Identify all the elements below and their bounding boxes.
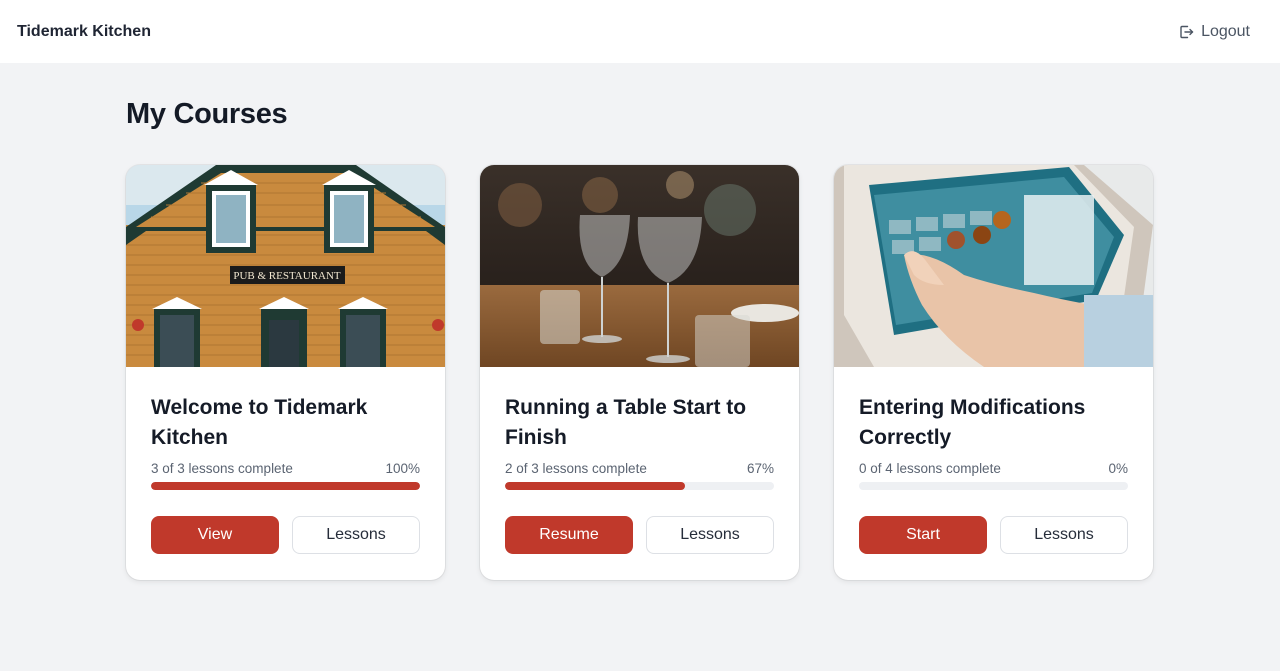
progress-row: 0 of 4 lessons complete 0% — [859, 461, 1128, 476]
progress-bar-fill — [505, 482, 686, 490]
start-button[interactable]: Start — [859, 516, 987, 554]
card-body: Entering Modifications Correctly 0 of 4 … — [834, 367, 1153, 554]
logout-icon — [1178, 24, 1194, 40]
progress-bar — [505, 482, 774, 490]
course-card: Entering Modifications Correctly 0 of 4 … — [834, 165, 1153, 580]
progress-bar — [151, 482, 420, 490]
top-bar: Tidemark Kitchen Logout — [0, 0, 1280, 63]
course-title: Running a Table Start to Finish — [505, 396, 747, 449]
card-actions: Resume Lessons — [505, 516, 774, 554]
card-body: Welcome to Tidemark Kitchen 3 of 3 lesso… — [126, 367, 445, 554]
card-body: Running a Table Start to Finish 2 of 3 l… — [480, 367, 799, 554]
logout-label: Logout — [1201, 22, 1250, 40]
page-title: My Courses — [126, 98, 288, 130]
course-card: PUB & RESTAURANT Welcome to Tidemark Kit… — [126, 165, 445, 580]
progress-percent: 67% — [746, 461, 774, 476]
progress-text: 0 of 4 lessons complete — [859, 461, 1001, 476]
course-list: PUB & RESTAURANT Welcome to Tidemark Kit… — [126, 165, 1280, 580]
course-image-pos-tablet — [834, 165, 1153, 367]
progress-bar — [859, 482, 1128, 490]
brand-title[interactable]: Tidemark Kitchen — [17, 23, 151, 41]
resume-button[interactable]: Resume — [505, 516, 633, 554]
course-card: Running a Table Start to Finish 2 of 3 l… — [480, 165, 799, 580]
pub-sign-text: PUB & RESTAURANT — [233, 270, 341, 282]
progress-percent: 0% — [1108, 461, 1128, 476]
view-button[interactable]: View — [151, 516, 279, 554]
progress-row: 2 of 3 lessons complete 67% — [505, 461, 774, 476]
course-title: Welcome to Tidemark Kitchen — [151, 396, 368, 449]
progress-percent: 100% — [385, 461, 420, 476]
course-image-pub-restaurant: PUB & RESTAURANT — [126, 165, 445, 367]
lessons-button[interactable]: Lessons — [646, 516, 774, 554]
card-actions: View Lessons — [151, 516, 420, 554]
main-content: My Courses PUB & RESTAURANT Welcome to T… — [0, 97, 1280, 580]
course-title: Entering Modifications Correctly — [859, 396, 1086, 449]
logout-button[interactable]: Logout — [1178, 23, 1250, 41]
progress-text: 2 of 3 lessons complete — [505, 461, 647, 476]
lessons-button[interactable]: Lessons — [292, 516, 420, 554]
lessons-button[interactable]: Lessons — [1000, 516, 1128, 554]
progress-text: 3 of 3 lessons complete — [151, 461, 293, 476]
progress-row: 3 of 3 lessons complete 100% — [151, 461, 420, 476]
course-image-wine-glasses — [480, 165, 799, 367]
card-actions: Start Lessons — [859, 516, 1128, 554]
progress-bar-fill — [151, 482, 420, 490]
